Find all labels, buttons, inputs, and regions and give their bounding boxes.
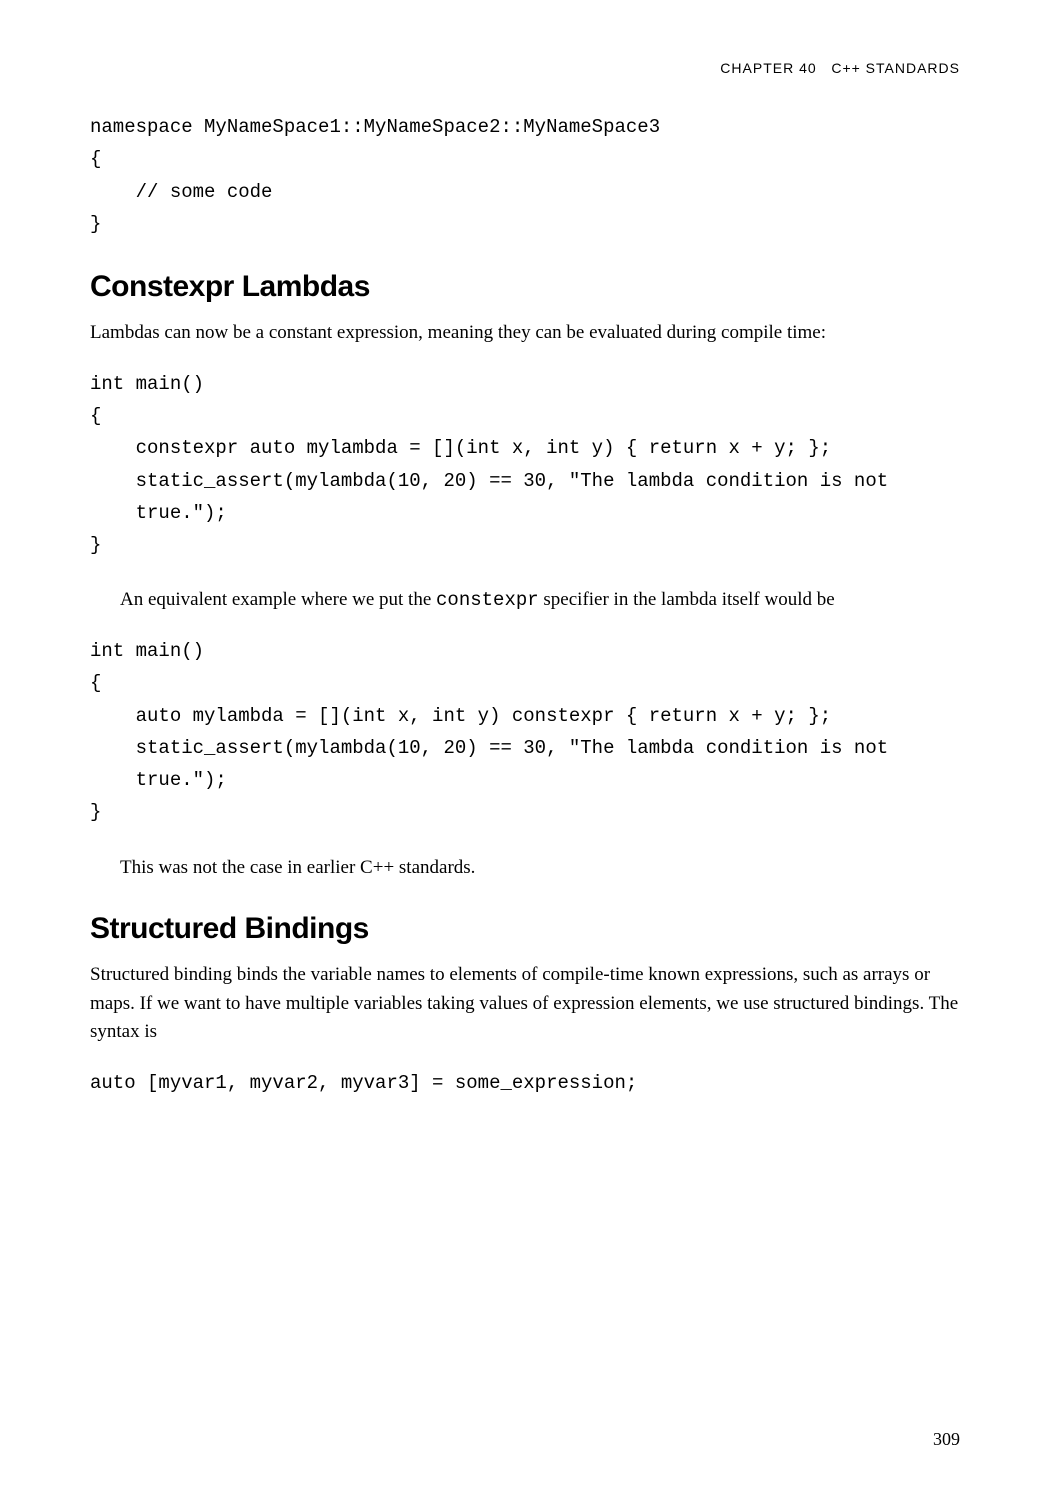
code-block-structured: auto [myvar1, myvar2, myvar3] = some_exp…: [90, 1067, 960, 1099]
section2-intro: Structured binding binds the variable na…: [90, 961, 960, 1047]
section-heading-constexpr: Constexpr Lambdas: [90, 270, 960, 304]
mid-text-before: An equivalent example where we put the: [120, 589, 436, 610]
code-block-namespace: namespace MyNameSpace1::MyNameSpace2::My…: [90, 111, 960, 240]
inline-code-constexpr: constexpr: [436, 589, 539, 611]
section-heading-structured: Structured Bindings: [90, 912, 960, 946]
code-block-constexpr1: int main() { constexpr auto mylambda = […: [90, 368, 960, 562]
chapter-label: CHAPTER 40: [720, 60, 816, 76]
section1-mid-text: An equivalent example where we put the c…: [90, 586, 960, 615]
chapter-title: C++ STANDARDS: [831, 60, 960, 76]
code-block-constexpr2: int main() { auto mylambda = [](int x, i…: [90, 635, 960, 829]
page-header: CHAPTER 40 C++ STANDARDS: [90, 60, 960, 76]
mid-text-after: specifier in the lambda itself would be: [539, 589, 835, 610]
section1-intro: Lambdas can now be a constant expression…: [90, 319, 960, 348]
page-number: 309: [933, 1429, 960, 1450]
section1-closing: This was not the case in earlier C++ sta…: [90, 854, 960, 883]
